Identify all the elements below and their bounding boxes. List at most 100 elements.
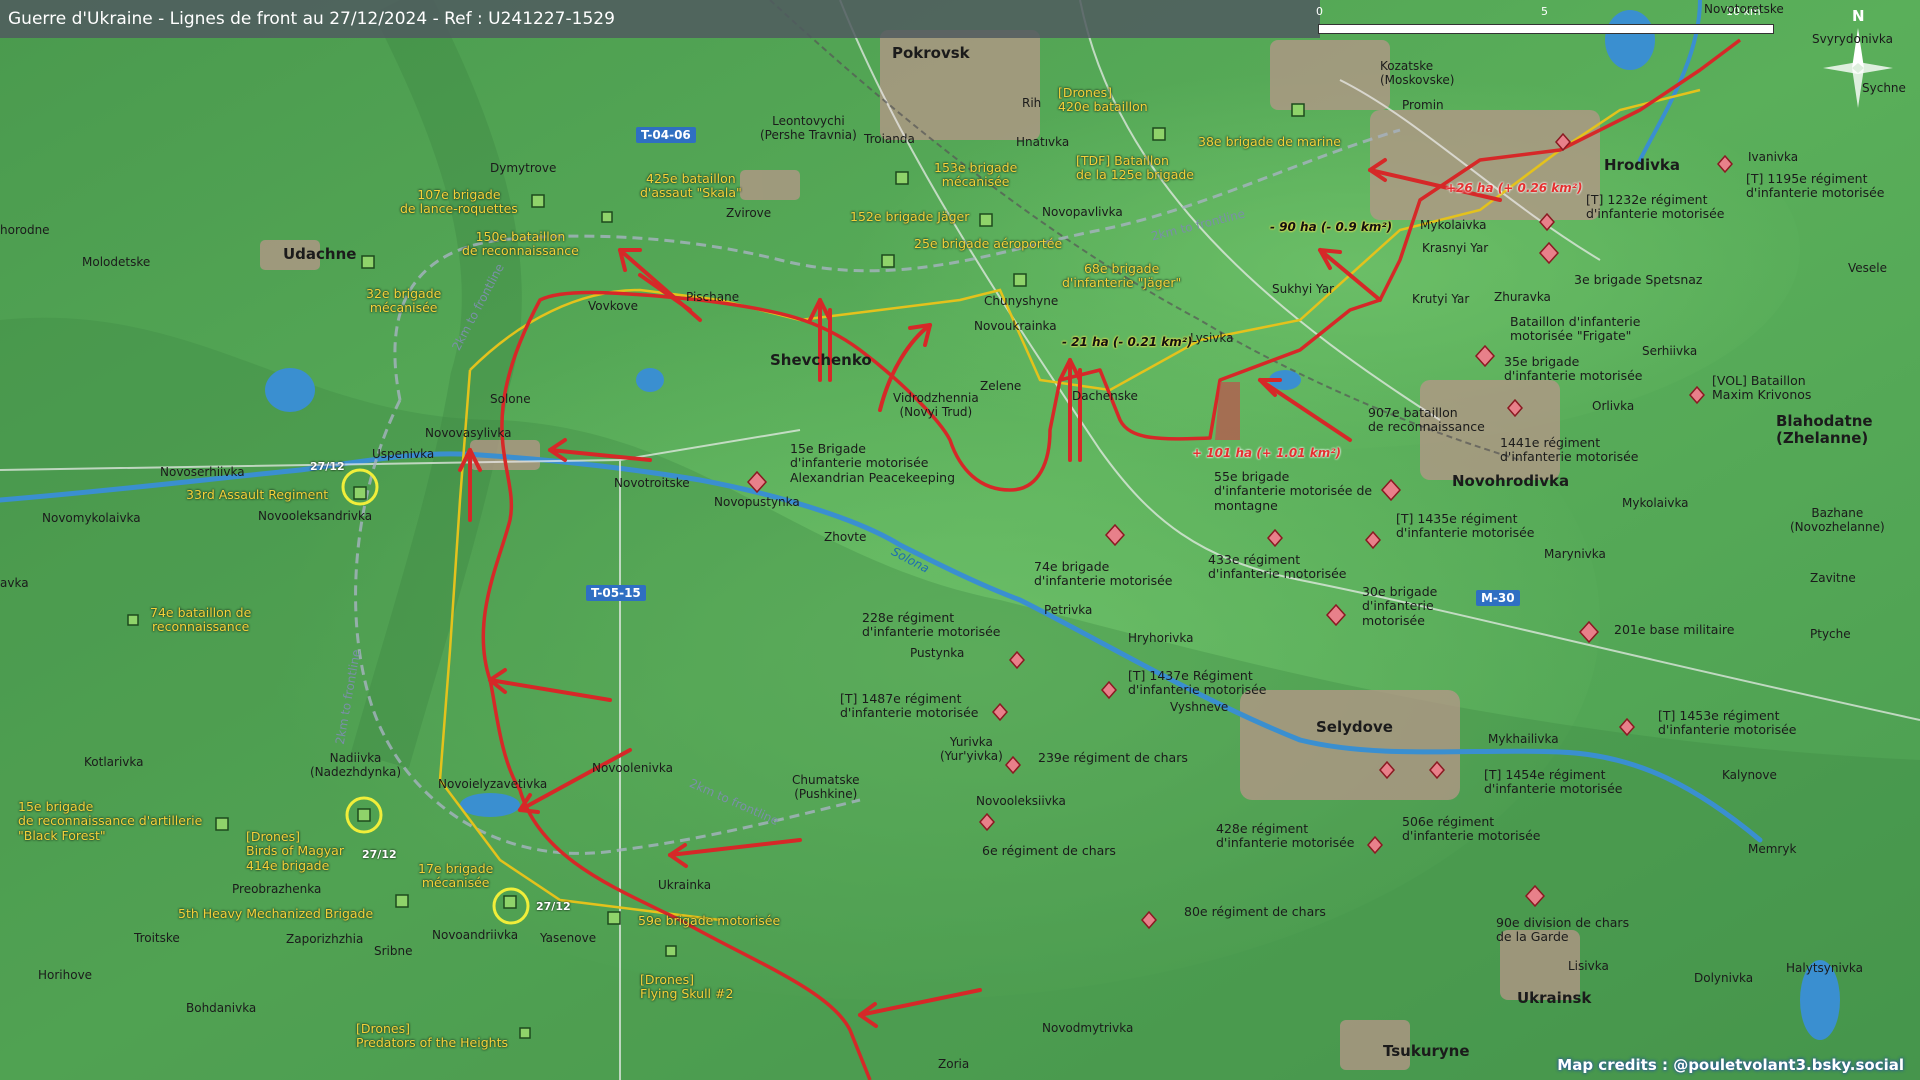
- ru-unit-433: 433e régiment d'infanterie motorisée: [1208, 552, 1347, 582]
- town-dachenske: Dachenske: [1072, 389, 1138, 403]
- town-sychne: Sychne: [1862, 81, 1906, 95]
- town-avka: avka: [0, 576, 29, 590]
- town-nadiivka: Nadiivka (Nadezhdynka): [310, 751, 402, 779]
- ru-unit-1232: [T] 1232e régiment d'infanterie motorisé…: [1586, 192, 1725, 222]
- town-kozatske: Kozatske (Moskovske): [1380, 59, 1455, 87]
- town-novotroitske: Novotroitske: [614, 476, 690, 490]
- town-horihove: Horihove: [38, 968, 93, 982]
- ua-unit-425: 425e bataillon d'assaut "Skala": [640, 171, 742, 201]
- city-udachne: Udachne: [283, 245, 357, 263]
- town-zelene: Zelene: [980, 379, 1022, 393]
- town-mykolaivka-2: Mykolaivka: [1622, 496, 1689, 510]
- town-novoukrainka: Novoukrainka: [974, 319, 1057, 333]
- town-kotlarivka: Kotlarivka: [84, 755, 144, 769]
- town-zoria: Zoria: [938, 1057, 970, 1071]
- town-mykhailivka: Mykhailivka: [1488, 732, 1559, 746]
- title-bar: Guerre d'Ukraine - Lignes de front au 27…: [0, 0, 1320, 38]
- ua-unit-25: 25e brigade aéroportée: [914, 236, 1063, 251]
- town-preobrazhenka: Preobrazhenka: [232, 882, 322, 896]
- town-novodmytrivka: Novodmytrivka: [1042, 1021, 1134, 1035]
- ua-unit-107: 107e brigade de lance-roquettes: [400, 187, 518, 217]
- town-chunyshyne: Chunyshyne: [984, 294, 1059, 308]
- town-novovasylivka: Novovasylivka: [425, 426, 512, 440]
- town-rih: Rih: [1022, 96, 1042, 110]
- town-ivanivka: Ivanivka: [1748, 150, 1799, 164]
- town-zhuravka: Zhuravka: [1494, 290, 1551, 304]
- city-pokrovsk: Pokrovsk: [892, 44, 970, 62]
- ru-unit-74: 74e brigade d'infanterie motorisée: [1034, 559, 1173, 589]
- ru-unit-15: 15e Brigade d'infanterie motorisée Alexa…: [790, 441, 956, 485]
- ua-unit-150: 150e bataillon de reconnaissance: [462, 229, 579, 259]
- ua-unit-17: 17e brigade mécanisée: [418, 861, 494, 891]
- town-memryk: Memryk: [1748, 842, 1797, 856]
- town-yasenove: Yasenove: [540, 931, 597, 945]
- town-hnativka: Hnatıvka: [1016, 135, 1070, 149]
- ru-unit-428: 428e régiment d'infanterie motorisée: [1216, 821, 1355, 851]
- city-hrodivka: Hrodivka: [1604, 156, 1681, 174]
- ua-unit-drones-420: [Drones] 420e bataillon: [1058, 85, 1148, 115]
- ua-unit-predators: [Drones] Predators of the Heights: [356, 1021, 508, 1051]
- town-novoolenivka: Novoolenivka: [592, 761, 673, 775]
- date-label-2: 27/12: [362, 848, 397, 861]
- town-horodne: horodne: [0, 223, 50, 237]
- town-solone: Solone: [490, 392, 531, 406]
- town-molodetske: Molodetske: [82, 255, 151, 269]
- town-sribne: Sribne: [374, 944, 413, 958]
- ru-unit-1195: [T] 1195e régiment d'infanterie motorisé…: [1746, 171, 1885, 201]
- town-troitske: Troitske: [134, 931, 180, 945]
- city-blahodatne: Blahodatne (Zhelanne): [1776, 412, 1873, 448]
- city-selydove: Selydove: [1316, 718, 1393, 736]
- city-novohrodivka: Novohrodivka: [1452, 472, 1570, 490]
- ua-unit-32: 32e brigade mécanisée: [366, 286, 442, 316]
- town-lisivka: Lisivka: [1568, 959, 1609, 973]
- ru-unit-35: 35e brigade d'infanterie motorisée: [1504, 354, 1643, 384]
- ru-unit-frigate: Bataillon d'infanterie motorisée "Frigat…: [1510, 314, 1641, 344]
- ru-unit-3: 3e brigade Spetsnaz: [1574, 272, 1703, 287]
- town-ukrainka: Ukrainka: [658, 878, 712, 892]
- ua-unit-153: 153e brigade mécanisée: [934, 160, 1018, 190]
- ru-unit-1454: [T] 1454e régiment d'infanterie motorisé…: [1484, 767, 1623, 797]
- town-marynivka: Marynivka: [1544, 547, 1606, 561]
- ru-unit-vol: [VOL] Bataillon Maxim Krivonos: [1712, 373, 1812, 403]
- town-hryhorivka: Hryhorivka: [1128, 631, 1194, 645]
- ua-unit-tdf: [TDF] Bataillon de la 125e brigade: [1076, 153, 1194, 183]
- town-zaporizhzhia: Zaporizhzhia: [286, 932, 364, 946]
- scale-mid: 5: [1541, 5, 1548, 18]
- town-novotoretske: Novotoretske: [1704, 2, 1784, 16]
- town-pustynka: Pustynka: [910, 646, 965, 660]
- scale-bar-line: [1318, 24, 1774, 34]
- town-sukhyi-yar: Sukhyi Yar: [1272, 282, 1334, 296]
- town-halytsynivka: Halytsynivka: [1786, 961, 1864, 975]
- town-novoserhiivka: Novoserhiivka: [160, 465, 245, 479]
- town-novoandriivka: Novoandriivka: [432, 928, 519, 942]
- ua-unit-59: 59e brigade motorisée: [638, 913, 781, 928]
- town-zavitne: Zavitne: [1810, 571, 1856, 585]
- town-yurivka: Yurivka (Yur'yivka): [940, 735, 1003, 763]
- ru-unit-6: 6e régiment de chars: [982, 843, 1116, 858]
- map-credits: Map credits : @pouletvolant3.bsky.social: [1557, 1056, 1904, 1074]
- ua-unit-38: 38e brigade de marine: [1198, 134, 1341, 149]
- town-uspenivka: Uspenivka: [372, 447, 435, 461]
- change-gain-2: + 101 ha (+ 1.01 km²): [1192, 446, 1342, 460]
- town-novopavlivka: Novopavlivka: [1042, 205, 1123, 219]
- town-dymytrove: Dymytrove: [490, 161, 557, 175]
- ru-unit-1435: [T] 1435e régiment d'infanterie motorisé…: [1396, 511, 1535, 541]
- town-novoielyzavetivka: Novoielyzavetivka: [438, 777, 548, 791]
- ua-unit-magyar: [Drones] Birds of Magyar 414e brigade: [246, 829, 344, 873]
- ru-unit-1453: [T] 1453e régiment d'infanterie motorisé…: [1658, 708, 1797, 738]
- town-novooleksiivka: Novooleksiivka: [976, 794, 1066, 808]
- city-tsukuryne: Tsukuryne: [1383, 1042, 1470, 1060]
- town-krutyi-yar: Krutyi Yar: [1412, 292, 1470, 306]
- road-t0406: T-04-06: [636, 127, 696, 143]
- town-vovkove: Vovkove: [588, 299, 639, 313]
- town-leontovychi: Leontovychi (Pershe Travnia): [760, 114, 857, 142]
- city-shevchenko: Shevchenko: [770, 351, 872, 369]
- road-t0515: T-05-15: [586, 585, 646, 601]
- ru-unit-55: 55e brigade d'infanterie motorisée de mo…: [1214, 469, 1373, 513]
- town-zhovte: Zhovte: [824, 530, 867, 544]
- ua-unit-15: 15e brigade de reconnaissance d'artiller…: [18, 799, 203, 843]
- town-kalynove: Kalynove: [1722, 768, 1777, 782]
- town-bohdanivka: Bohdanivka: [186, 1001, 257, 1015]
- ua-unit-68: 68e brigade d'infanterie "Jäger": [1062, 261, 1182, 291]
- map-title: Guerre d'Ukraine - Lignes de front au 27…: [8, 9, 615, 29]
